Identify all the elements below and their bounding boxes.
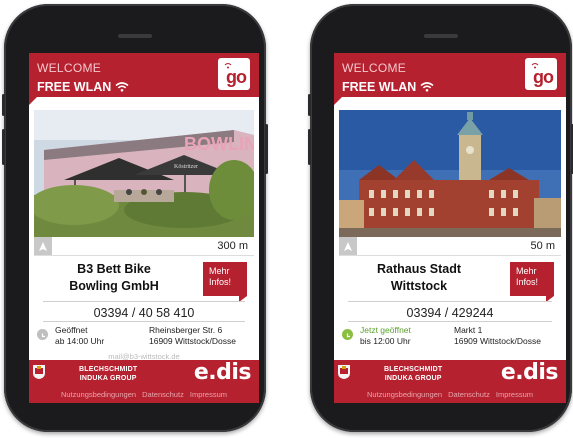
- welcome-text: WELCOME: [37, 61, 102, 75]
- welcome-header: WELCOME FREE WLAN go: [29, 53, 259, 97]
- sponsor-logo: BLECHSCHMIDT INDUKA GROUP: [384, 366, 442, 383]
- poi-photo[interactable]: BOWLIN Köstritzer: [34, 110, 254, 237]
- poi-name-line2: Wittstock: [390, 279, 448, 293]
- phone-number[interactable]: 03394 / 40 58 410: [29, 306, 259, 320]
- go-logo-icon[interactable]: go: [525, 58, 557, 90]
- address-line1: Markt 1: [454, 325, 483, 335]
- clock-icon: [342, 329, 353, 340]
- opening-hours: Geöffnet ab 14:00 Uhr: [55, 325, 104, 347]
- open-status: Jetzt geöffnet: [360, 325, 411, 335]
- address: Markt 1 16909 Wittstock/Dosse: [454, 325, 541, 347]
- address-line1: Rheinsberger Str. 6: [149, 325, 223, 335]
- privacy-link[interactable]: Datenschutz: [448, 390, 490, 399]
- wifi-icon: [115, 82, 129, 92]
- sponsor-logo: BLECHSCHMIDT INDUKA GROUP: [79, 366, 137, 383]
- footer-links: Nutzungsbedingungen Datenschutz Impressu…: [334, 390, 566, 399]
- terms-link[interactable]: Nutzungsbedingungen: [61, 390, 136, 399]
- svg-text:BOWLIN: BOWLIN: [184, 134, 254, 154]
- more-info-line1: Mehr: [209, 266, 230, 276]
- distance-label: 300 m: [217, 240, 248, 252]
- speaker: [118, 34, 152, 38]
- edis-logo: e.dis: [500, 360, 559, 385]
- poi-photo[interactable]: [339, 110, 561, 237]
- footer: BLECHSCHMIDT INDUKA GROUP e.dis Nutzungs…: [29, 360, 259, 403]
- address: Rheinsberger Str. 6 16909 Wittstock/Doss…: [149, 325, 236, 347]
- free-wlan-text: FREE WLAN: [37, 80, 112, 94]
- more-info-button[interactable]: Mehr Infos!: [203, 262, 247, 296]
- wifi-icon: [420, 82, 434, 92]
- open-status: Geöffnet: [55, 325, 88, 335]
- navigation-arrow-icon[interactable]: [34, 237, 52, 255]
- distance-bar: 300 m: [34, 237, 254, 256]
- poi-name-line1: B3 Bett Bike: [77, 262, 151, 276]
- hours-text: bis 12:00 Uhr: [360, 336, 411, 346]
- bowling-building-image: BOWLIN Köstritzer: [34, 110, 254, 237]
- privacy-link[interactable]: Datenschutz: [142, 390, 184, 399]
- more-info-line2: Infos!: [209, 277, 232, 287]
- welcome-header: WELCOME FREE WLAN go: [334, 53, 566, 97]
- go-logo-icon[interactable]: go: [218, 58, 250, 90]
- screen: WELCOME FREE WLAN go: [29, 53, 259, 403]
- poi-name-line1: Rathaus Stadt: [376, 262, 462, 276]
- poi-name: Rathaus Stadt Wittstock: [348, 261, 490, 295]
- address-line2: 16909 Wittstock/Dosse: [454, 336, 541, 346]
- imprint-link[interactable]: Impressum: [496, 390, 533, 399]
- navigation-arrow-icon[interactable]: [339, 237, 357, 255]
- coat-of-arms-icon: [33, 365, 45, 379]
- distance-bar: 50 m: [339, 237, 561, 256]
- distance-label: 50 m: [530, 240, 555, 252]
- phone-right: WELCOME FREE WLAN go 50 m Rathaus Stadt …: [308, 4, 573, 432]
- opening-hours: Jetzt geöffnet bis 12:00 Uhr: [360, 325, 411, 347]
- free-wlan-label: FREE WLAN: [342, 80, 434, 94]
- more-info-line2: Infos!: [516, 277, 539, 287]
- speaker: [424, 34, 458, 38]
- town-hall-image: [339, 110, 561, 237]
- free-wlan-label: FREE WLAN: [37, 80, 129, 94]
- terms-link[interactable]: Nutzungsbedingungen: [367, 390, 442, 399]
- imprint-link[interactable]: Impressum: [190, 390, 227, 399]
- edis-logo: e.dis: [193, 360, 252, 385]
- screen: WELCOME FREE WLAN go: [334, 53, 566, 403]
- free-wlan-text: FREE WLAN: [342, 80, 417, 94]
- welcome-text: WELCOME: [342, 61, 407, 75]
- footer-links: Nutzungsbedingungen Datenschutz Impressu…: [29, 390, 259, 399]
- footer: BLECHSCHMIDT INDUKA GROUP e.dis Nutzungs…: [334, 360, 566, 403]
- sponsor-line2: INDUKA GROUP: [79, 374, 137, 382]
- sponsor-line2: INDUKA GROUP: [384, 374, 442, 382]
- coat-of-arms-icon: [338, 365, 350, 379]
- clock-icon: [37, 329, 48, 340]
- svg-text:Köstritzer: Köstritzer: [174, 164, 198, 170]
- phone-number[interactable]: 03394 / 429244: [334, 306, 566, 320]
- sponsor-line1: BLECHSCHMIDT: [384, 366, 443, 373]
- hours-text: ab 14:00 Uhr: [55, 336, 105, 346]
- more-info-line1: Mehr: [516, 266, 537, 276]
- more-info-button[interactable]: Mehr Infos!: [510, 262, 554, 296]
- address-line2: 16909 Wittstock/Dosse: [149, 336, 236, 346]
- poi-name: B3 Bett Bike Bowling GmbH: [43, 261, 185, 295]
- phone-left: WELCOME FREE WLAN go BOWLIN Köstritzer 3…: [2, 4, 268, 432]
- poi-name-line2: Bowling GmbH: [69, 279, 159, 293]
- sponsor-line1: BLECHSCHMIDT: [79, 366, 138, 373]
